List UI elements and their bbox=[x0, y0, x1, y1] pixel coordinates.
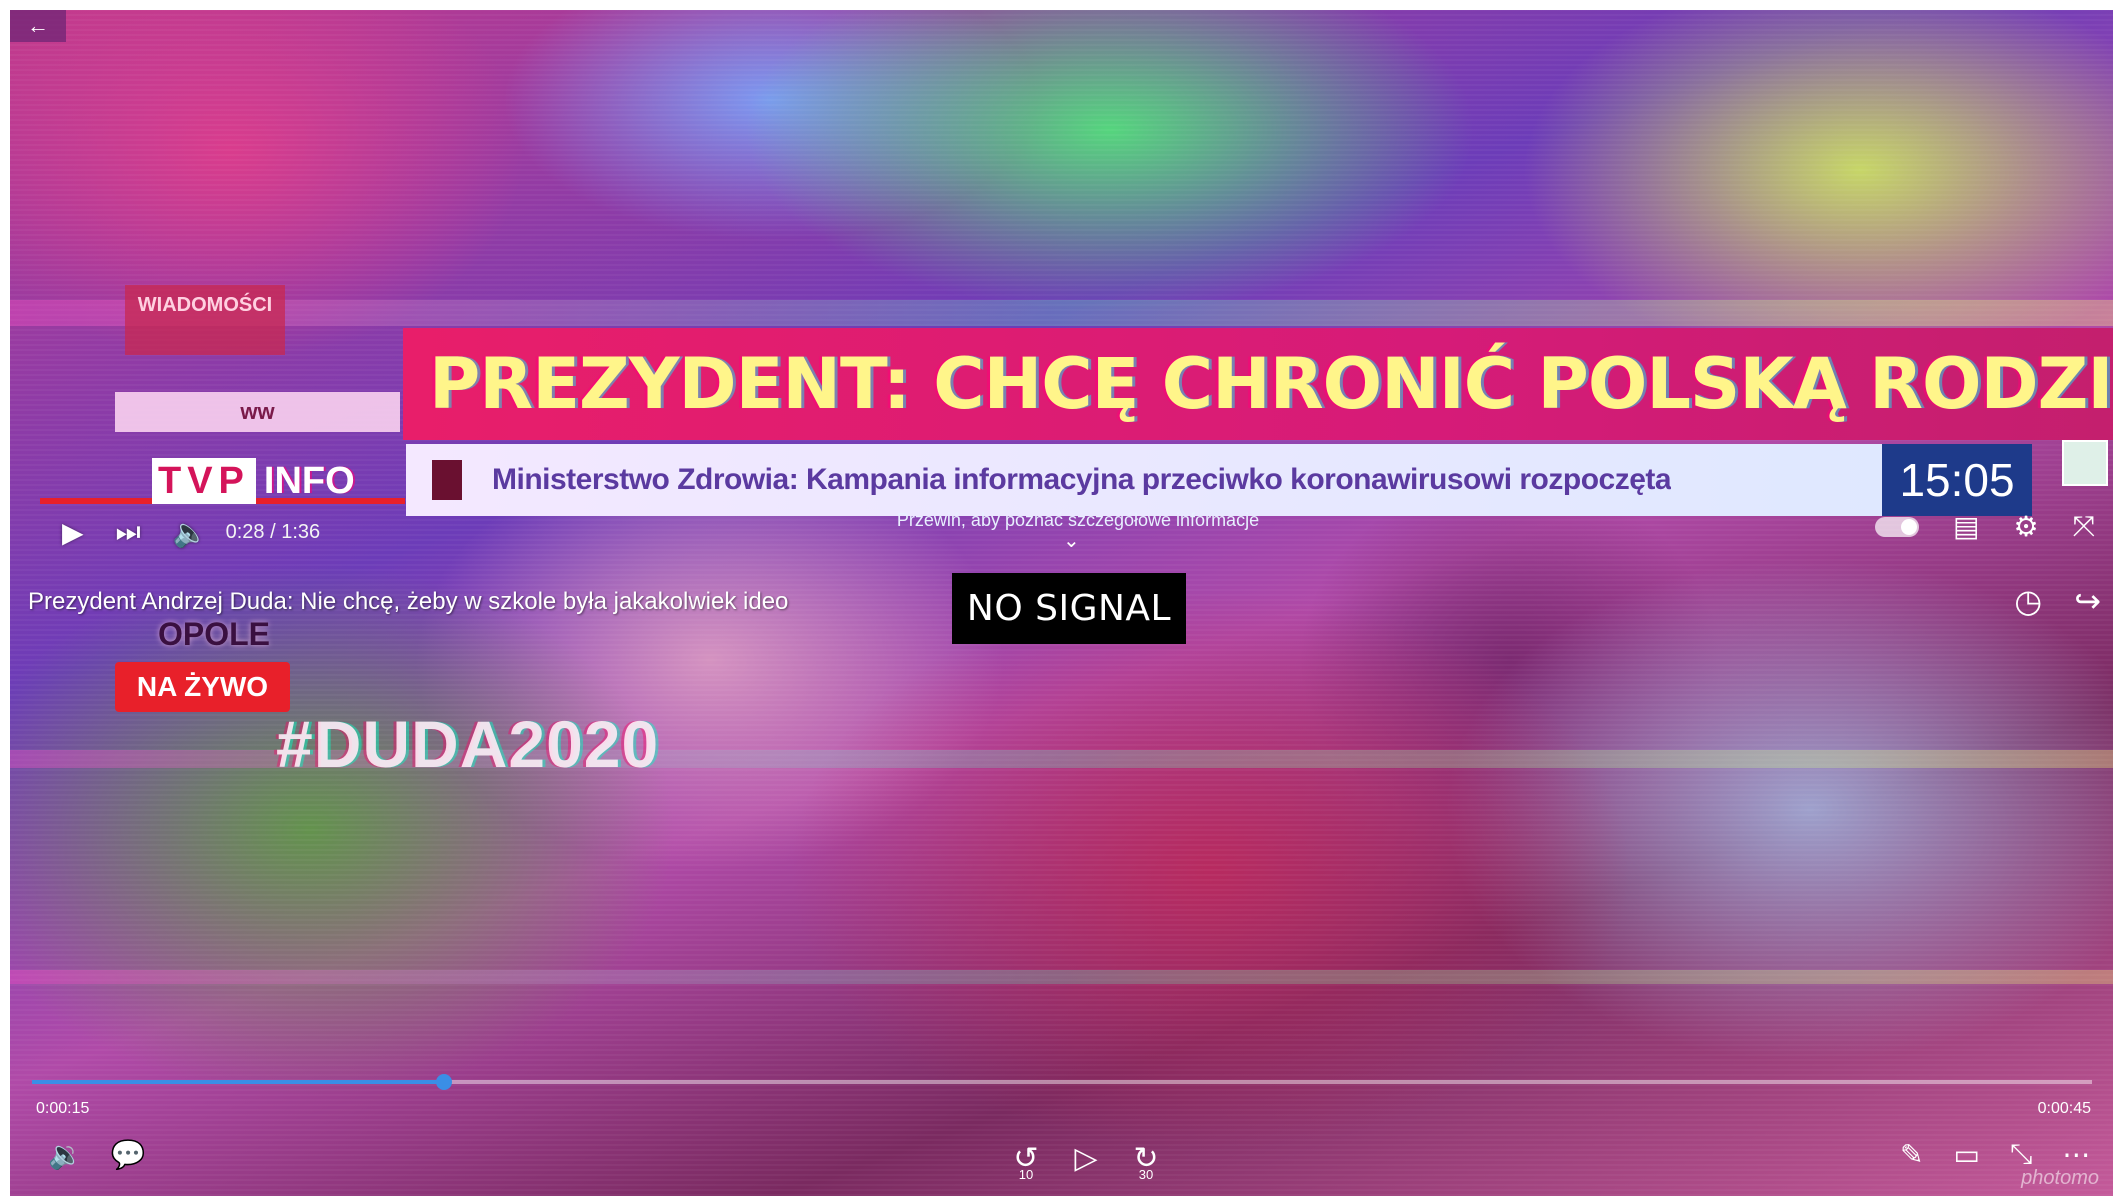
corner-thumbnail bbox=[2062, 440, 2108, 486]
skip-back-button[interactable]: ↺ 10 bbox=[1006, 1138, 1046, 1183]
live-badge: NA ŻYWO bbox=[115, 662, 290, 712]
player-controls-center: ↺ 10 ▷ ↻ 30 bbox=[1006, 1138, 1166, 1183]
seek-bar[interactable] bbox=[32, 1074, 2092, 1090]
watermark: photomo bbox=[2021, 1167, 2099, 1189]
news-logo-text: WIADOMOŚCI bbox=[137, 294, 273, 316]
headline-bar: PREZYDENT: CHCĘ CHRONIĆ POLSKĄ RODZINĘ bbox=[403, 328, 2113, 440]
exit-fullscreen-icon[interactable]: ⤧ bbox=[2073, 510, 2095, 543]
hashtag-overlay: #DUDA2020 bbox=[276, 707, 660, 781]
autoplay-toggle[interactable] bbox=[1875, 516, 1920, 537]
current-time: 0:00:15 bbox=[36, 1100, 90, 1117]
channel-logo: TVP INFO bbox=[152, 458, 355, 504]
no-signal-label: NO SIGNAL bbox=[952, 573, 1186, 644]
back-button[interactable]: ← bbox=[10, 10, 66, 42]
clock-text: 15:05 bbox=[1899, 454, 2015, 506]
channel-info: INFO bbox=[263, 460, 355, 502]
embedded-controls-right: ▤ ⚙ ⤧ bbox=[1875, 510, 2095, 543]
captions-icon[interactable]: 💬 bbox=[111, 1138, 146, 1171]
glitch-band bbox=[10, 970, 2113, 984]
skip-forward-label: 30 bbox=[1138, 1167, 1154, 1182]
volume-icon[interactable]: 🔉 bbox=[48, 1138, 83, 1171]
embedded-time: 0:28 / 1:36 bbox=[225, 520, 321, 543]
channel-letters: TVP bbox=[152, 458, 256, 504]
news-sub-box: ww bbox=[115, 392, 400, 432]
player-controls-left: 🔉 💬 bbox=[48, 1138, 146, 1171]
arrow-left-icon: ← bbox=[27, 13, 49, 38]
video-frame[interactable]: ← WIADOMOŚCI ww PREZYDENT: CHCĘ CHRONIĆ … bbox=[10, 10, 2113, 1196]
news-ticker: Ministerstwo Zdrowia: Kampania informacy… bbox=[406, 444, 1882, 516]
embedded-video-title: Prezydent Andrzej Duda: Nie chcę, żeby w… bbox=[28, 588, 789, 615]
subtitles-icon[interactable]: ▤ bbox=[1953, 510, 1979, 543]
seek-bar-fill bbox=[32, 1080, 444, 1084]
share-icon[interactable]: ↪ bbox=[2074, 582, 2101, 620]
seek-bar-thumb[interactable] bbox=[436, 1074, 452, 1090]
no-signal-text: NO SIGNAL bbox=[966, 588, 1172, 629]
edit-icon[interactable]: ✎ bbox=[1900, 1138, 1923, 1171]
live-badge-text: NA ŻYWO bbox=[136, 671, 269, 702]
total-duration: 0:00:45 bbox=[2037, 1100, 2091, 1117]
skip-back-label: 10 bbox=[1018, 1167, 1034, 1182]
next-icon[interactable]: ⏭ bbox=[116, 516, 141, 549]
play-icon[interactable]: ▶ bbox=[62, 516, 84, 549]
ticker-text: Ministerstwo Zdrowia: Kampania informacy… bbox=[492, 463, 1672, 496]
news-logo-box: WIADOMOŚCI bbox=[125, 285, 285, 355]
news-sub-text: ww bbox=[240, 399, 275, 424]
play-icon: ▷ bbox=[1074, 1141, 1098, 1175]
skip-forward-button[interactable]: ↻ 30 bbox=[1126, 1138, 1166, 1183]
embedded-controls-left: ▶ ⏭ 🔈 0:28 / 1:36 bbox=[62, 510, 320, 554]
gear-icon[interactable]: ⚙ bbox=[2013, 510, 2038, 543]
glitch-band bbox=[10, 300, 2113, 326]
headline-text: PREZYDENT: CHCĘ CHRONIĆ POLSKĄ RODZINĘ bbox=[429, 343, 2113, 425]
clock-icon[interactable]: ◷ bbox=[2014, 582, 2042, 620]
title-actions: ◷ ↪ bbox=[2014, 582, 2101, 620]
volume-icon[interactable]: 🔈 bbox=[173, 516, 208, 549]
miniplayer-icon[interactable]: ▭ bbox=[1953, 1138, 1979, 1171]
broadcast-clock: 15:05 bbox=[1882, 444, 2032, 516]
play-button[interactable]: ▷ bbox=[1066, 1138, 1106, 1178]
location-label: OPOLE bbox=[158, 616, 271, 652]
ticker-marker bbox=[432, 460, 462, 500]
chevron-down-icon[interactable]: ⌄ bbox=[1063, 528, 1080, 553]
